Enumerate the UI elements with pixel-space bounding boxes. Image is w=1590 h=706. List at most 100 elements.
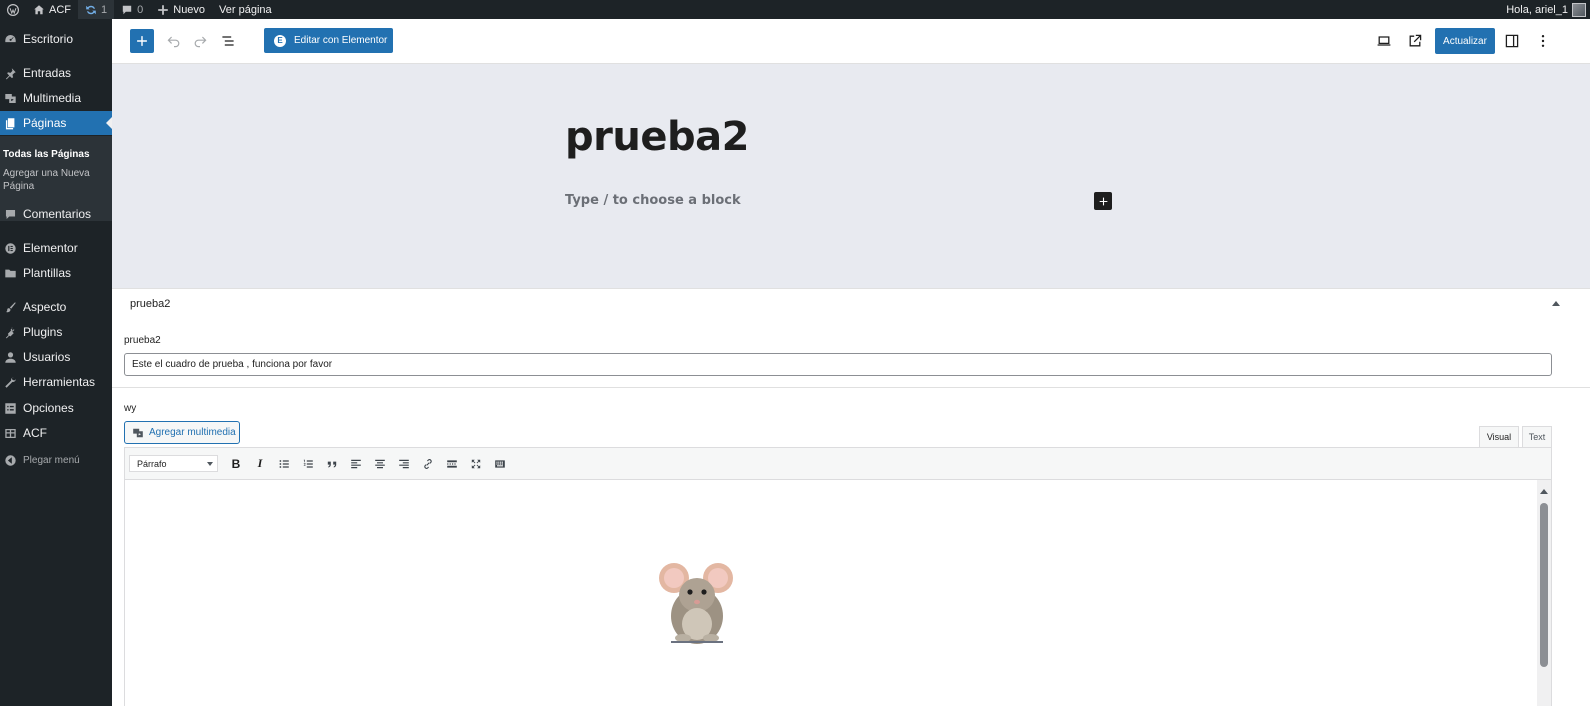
sidebar-item-multimedia[interactable]: Multimedia xyxy=(0,86,112,110)
blockquote-button[interactable] xyxy=(322,454,342,474)
site-name-link[interactable]: ACF xyxy=(26,0,78,19)
update-button[interactable]: Actualizar xyxy=(1435,28,1495,54)
numbered-list-icon xyxy=(303,459,313,468)
wysiwyg-editor-content[interactable] xyxy=(124,480,1552,706)
collapse-icon xyxy=(3,453,17,467)
sidebar-item-label: Opciones xyxy=(23,401,74,415)
sidebar-item-label: Usuarios xyxy=(23,350,71,364)
numbered-list-button[interactable] xyxy=(298,454,318,474)
comment-icon xyxy=(122,5,132,14)
align-left-button[interactable] xyxy=(346,454,366,474)
folder-icon xyxy=(3,266,17,280)
sidebar-item-usuarios[interactable]: Usuarios xyxy=(0,345,112,369)
editor-scrollbar[interactable] xyxy=(1537,480,1551,706)
undo-icon xyxy=(167,36,180,48)
sidebar-item-elementor[interactable]: Elementor xyxy=(0,236,112,260)
wordpress-logo-button[interactable] xyxy=(0,0,26,19)
new-content-link[interactable]: Nuevo xyxy=(150,0,212,19)
sidebar-item-plugins[interactable]: Plugins xyxy=(0,320,112,344)
edit-with-elementor-button[interactable]: E Editar con Elementor xyxy=(264,28,393,53)
bullet-list-button[interactable] xyxy=(274,454,294,474)
sidebar-item-opciones[interactable]: Opciones xyxy=(0,396,112,420)
comment-icon xyxy=(3,207,17,221)
sidebar-item-comentarios[interactable]: Comentarios xyxy=(0,202,112,226)
tab-text[interactable]: Text xyxy=(1522,426,1552,448)
inline-inserter-button[interactable] xyxy=(1094,192,1112,210)
sidebar-item-paginas[interactable]: Páginas xyxy=(0,111,112,135)
post-title[interactable]: prueba2 xyxy=(565,114,749,160)
sidebar-item-acf[interactable]: ACF xyxy=(0,421,112,445)
settings-panel-button[interactable] xyxy=(1502,31,1522,51)
bold-icon: B xyxy=(231,456,241,471)
updates-link[interactable]: 1 xyxy=(78,0,115,19)
desktop-icon xyxy=(1377,36,1391,46)
account-menu[interactable]: Hola, ariel_1 xyxy=(1506,2,1590,17)
scrollbar-thumb[interactable] xyxy=(1540,503,1548,667)
sidebar-item-herramientas[interactable]: Herramientas xyxy=(0,370,112,394)
metabox-title: prueba2 xyxy=(130,298,171,310)
sidebar-item-plantillas[interactable]: Plantillas xyxy=(0,261,112,285)
elementor-button-label: Editar con Elementor xyxy=(294,35,388,46)
view-page-link[interactable]: Ver página xyxy=(212,0,279,19)
align-center-button[interactable] xyxy=(370,454,390,474)
avatar xyxy=(1572,2,1586,17)
view-page-label: Ver página xyxy=(219,3,272,16)
preview-button[interactable] xyxy=(1374,31,1394,51)
read-more-button[interactable] xyxy=(442,454,462,474)
scroll-up-arrow-icon[interactable] xyxy=(1540,489,1548,494)
prueba2-field-value: Este el cuadro de prueba , funciona por … xyxy=(132,359,333,370)
link-icon xyxy=(424,458,432,469)
format-select[interactable]: Párrafo xyxy=(129,455,218,472)
sidebar-item-label: Escritorio xyxy=(23,32,74,46)
toolbar-toggle-button[interactable] xyxy=(490,454,510,474)
more-vertical-icon xyxy=(1541,35,1545,47)
italic-icon: I xyxy=(257,456,263,470)
quote-icon xyxy=(327,461,337,468)
list-view-icon xyxy=(222,36,234,46)
update-button-label: Actualizar xyxy=(1443,35,1487,47)
align-right-icon xyxy=(399,459,409,468)
new-label: Nuevo xyxy=(173,3,206,16)
plugin-icon xyxy=(3,325,17,339)
elementor-icon: E xyxy=(274,34,286,47)
tab-text-label: Text xyxy=(1528,432,1546,442)
document-overview-button[interactable] xyxy=(218,31,238,51)
field-label-prueba2: prueba2 xyxy=(124,335,161,346)
insert-link-button[interactable] xyxy=(418,454,438,474)
fullscreen-icon xyxy=(471,459,481,468)
redo-button[interactable] xyxy=(190,31,210,51)
submenu-add-new-page[interactable]: Agregar una Nueva Página xyxy=(3,167,103,193)
bold-button[interactable]: B xyxy=(226,454,246,474)
plus-icon xyxy=(1099,197,1107,205)
settings-icon xyxy=(3,401,17,415)
comments-link[interactable]: 0 xyxy=(114,0,150,19)
sidebar-item-escritorio[interactable]: Escritorio xyxy=(0,27,112,51)
home-icon xyxy=(34,4,44,14)
editor-canvas: prueba2 Type / to choose a block xyxy=(112,64,1590,288)
format-select-value: Párrafo xyxy=(137,458,167,469)
tab-visual[interactable]: Visual xyxy=(1479,426,1519,448)
comments-count: 0 xyxy=(137,3,144,16)
pages-icon xyxy=(3,116,17,130)
collapse-menu-button[interactable]: Plegar menú xyxy=(0,448,112,472)
fullscreen-button[interactable] xyxy=(466,454,486,474)
undo-button[interactable] xyxy=(164,31,184,51)
acf-icon xyxy=(3,426,17,440)
sidebar-toggle-icon xyxy=(1505,34,1519,48)
metabox-collapse-toggle[interactable] xyxy=(1552,301,1560,306)
italic-button[interactable]: I xyxy=(250,454,270,474)
bullet-list-icon xyxy=(279,459,289,468)
sidebar-item-entradas[interactable]: Entradas xyxy=(0,61,112,85)
view-page-button[interactable] xyxy=(1405,31,1425,51)
prueba2-text-field[interactable]: Este el cuadro de prueba , funciona por … xyxy=(124,353,1552,376)
align-right-button[interactable] xyxy=(394,454,414,474)
acf-metabox: prueba2 prueba2 Este el cuadro de prueba… xyxy=(112,288,1590,706)
submenu-all-pages[interactable]: Todas las Páginas xyxy=(3,148,103,161)
block-placeholder[interactable]: Type / to choose a block xyxy=(565,193,741,208)
sidebar-item-aspecto[interactable]: Aspecto xyxy=(0,295,112,319)
dashboard-icon xyxy=(3,32,17,46)
options-menu-button[interactable] xyxy=(1533,31,1553,51)
elementor-icon xyxy=(3,241,17,255)
block-inserter-button[interactable] xyxy=(130,29,154,53)
add-media-button[interactable]: Agregar multimedia xyxy=(124,421,240,444)
